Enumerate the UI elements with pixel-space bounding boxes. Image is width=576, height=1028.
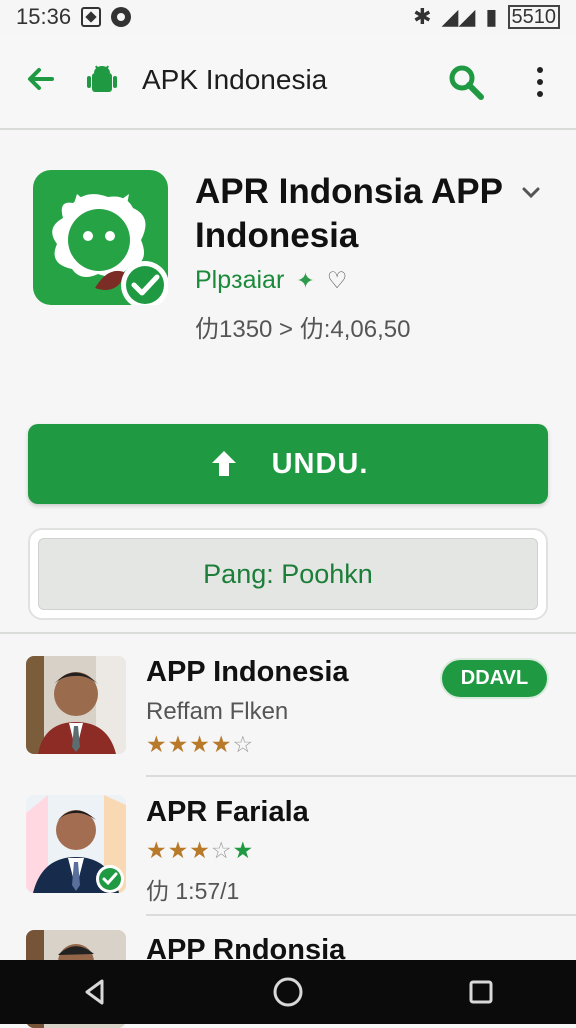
notification-circle-icon (111, 7, 132, 27)
android-icon (87, 65, 117, 92)
list-item-meta: 仂 1:57/1 (146, 878, 240, 904)
battery-icon: ▮ (485, 4, 498, 29)
rating-star: ☆ (210, 837, 233, 863)
download-button[interactable]: UNDU. (28, 424, 548, 504)
heart-icon[interactable]: ♡ (327, 267, 348, 294)
bluetooth-icon: ✱ (413, 4, 432, 29)
list-item-title[interactable]: APP Indonesia (146, 656, 349, 689)
app-name: APR Indonsia APP Indonesia (195, 172, 503, 255)
signal-icon: ◢◢ (441, 4, 476, 29)
rating-star: ★ (189, 731, 211, 757)
rating-star: ★ (167, 837, 190, 863)
home-nav-icon[interactable] (271, 975, 305, 1009)
list-item-subtitle: Reffam Flken (146, 698, 289, 725)
list-thumbnail[interactable] (26, 795, 126, 893)
section-divider (0, 632, 576, 634)
publisher-row: Plpзaiar ✦ ♡ (195, 266, 347, 295)
secondary-action-container: Pang: Poohkn (28, 528, 548, 620)
app-stats: 仂1350 > 仂:4,06,50 (195, 316, 411, 343)
app-bar-title: APK Indonesia (142, 64, 328, 95)
list-divider (146, 914, 576, 916)
list-download-button[interactable]: DDAVL (440, 658, 549, 699)
upload-icon (211, 451, 236, 476)
list-item-title[interactable]: APR Fariala (146, 796, 309, 829)
rating-star: ★ (146, 837, 168, 863)
status-bar: 15:36 ✱ ◢◢ ▮ 5510 (0, 0, 576, 34)
status-time: 15:36 (16, 4, 72, 29)
search-icon[interactable] (446, 62, 486, 102)
app-hero-icon (33, 170, 168, 305)
sparkle-icon: ✦ (296, 267, 315, 293)
back-nav-icon[interactable] (80, 977, 110, 1007)
rating-star: ★ (210, 731, 233, 757)
rating-star: ★ (167, 731, 190, 757)
rating-stars: ★★★★☆ (146, 731, 254, 758)
rating-star: ☆ (232, 731, 255, 757)
rating-star: ★ (189, 837, 211, 863)
more-icon[interactable] (530, 64, 550, 100)
battery-level: 5510 (507, 5, 560, 29)
rating-star: ★ (146, 731, 168, 757)
list-divider (146, 775, 576, 777)
app-bar: APK Indonesia (0, 34, 576, 130)
chevron-down-icon[interactable] (520, 182, 542, 204)
rating-star: ★ (232, 837, 255, 863)
secondary-action-button[interactable]: Pang: Poohkn (38, 538, 538, 610)
rating-stars: ★★★☆★ (146, 837, 254, 864)
back-icon[interactable] (24, 62, 58, 96)
download-button-label: UNDU. (271, 447, 369, 480)
status-left: 15:36 (16, 4, 132, 30)
status-right: ✱ ◢◢ ▮ 5510 (413, 4, 560, 30)
list-thumbnail[interactable] (26, 656, 126, 754)
recents-nav-icon[interactable] (466, 977, 496, 1007)
notification-box-icon (81, 7, 102, 27)
system-navigation-bar (0, 960, 576, 1024)
publisher-name[interactable]: Plpзaiar (195, 266, 284, 295)
